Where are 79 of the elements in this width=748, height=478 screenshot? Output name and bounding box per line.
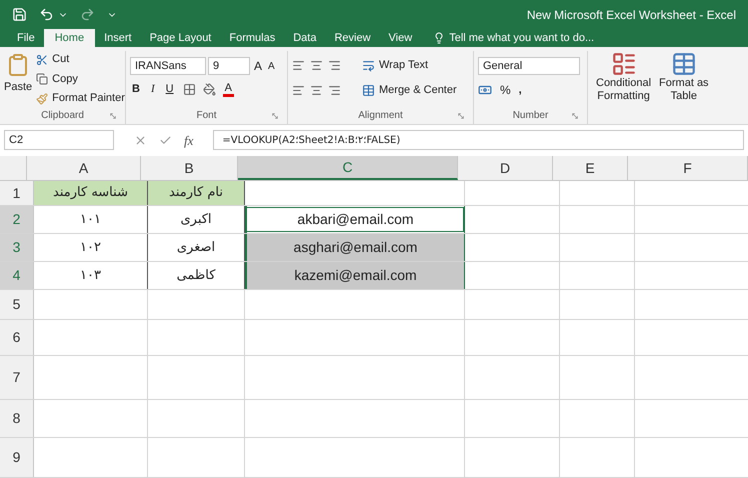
cut-button[interactable]: Cut bbox=[36, 51, 125, 68]
formula-field[interactable]: =VLOOKUP(A؛2Sheet2!A:B؛۲؛FALSE) bbox=[213, 130, 744, 150]
comma-button[interactable]: , bbox=[518, 82, 522, 99]
dialog-launcher-icon[interactable] bbox=[109, 112, 117, 120]
table-cell[interactable]: akbari@email.com bbox=[245, 206, 465, 234]
grow-font-button[interactable]: A bbox=[252, 57, 264, 76]
italic-button[interactable]: I bbox=[148, 81, 157, 98]
align-center-icon[interactable] bbox=[310, 84, 323, 97]
shrink-font-button[interactable]: A bbox=[266, 58, 277, 74]
align-left-icon[interactable] bbox=[292, 84, 305, 97]
group-label: Alignment bbox=[358, 109, 403, 124]
ribbon-tab[interactable]: Insert bbox=[95, 29, 141, 48]
group-label: Clipboard bbox=[41, 109, 84, 124]
ribbon-tab[interactable]: Data bbox=[284, 29, 326, 48]
ribbon-tab[interactable]: Page Layout bbox=[140, 29, 220, 48]
paste-button[interactable]: Paste bbox=[4, 51, 32, 108]
ribbon-tab[interactable]: Review bbox=[325, 29, 380, 48]
column-header[interactable]: D bbox=[458, 156, 553, 180]
underline-button[interactable]: U bbox=[164, 81, 176, 98]
paintbrush-icon bbox=[36, 92, 48, 105]
dialog-launcher-icon[interactable] bbox=[571, 112, 579, 120]
column-header[interactable]: C bbox=[238, 156, 458, 180]
align-top-icon[interactable] bbox=[292, 59, 305, 72]
table-icon bbox=[670, 51, 697, 78]
row-header[interactable]: 4 bbox=[0, 262, 34, 290]
wrap-text-icon bbox=[362, 59, 375, 72]
table-cell[interactable]: asghari@email.com bbox=[245, 234, 465, 262]
insert-function-button[interactable]: fx bbox=[184, 130, 194, 150]
merge-center-button[interactable]: Merge & Center bbox=[362, 82, 457, 98]
borders-icon[interactable] bbox=[182, 83, 196, 96]
conditional-formatting-button[interactable]: Conditional Formatting bbox=[596, 51, 652, 124]
row-header[interactable]: 7 bbox=[0, 356, 34, 400]
scissors-icon bbox=[36, 54, 48, 66]
tell-me-field[interactable]: Tell me what you want to do... bbox=[421, 29, 606, 48]
name-box[interactable]: C2 bbox=[4, 130, 114, 150]
wrap-text-button[interactable]: Wrap Text bbox=[362, 57, 428, 74]
ribbon-tab[interactable]: View bbox=[380, 29, 422, 48]
copy-button[interactable]: Copy bbox=[36, 70, 125, 88]
lightbulb-icon bbox=[433, 32, 446, 44]
align-right-icon[interactable] bbox=[328, 84, 341, 97]
font-name-field[interactable]: IRANSans bbox=[130, 57, 206, 76]
window-title: New Microsoft Excel Worksheet - Excel bbox=[526, 6, 736, 24]
fill-color-icon[interactable] bbox=[202, 83, 216, 96]
copy-icon bbox=[36, 73, 48, 86]
font-color-button[interactable]: A bbox=[222, 82, 234, 98]
column-header[interactable]: E bbox=[553, 156, 628, 180]
row-header[interactable]: 3 bbox=[0, 234, 34, 262]
table-cell[interactable]: شناسه کارمند bbox=[34, 181, 148, 206]
font-size-field[interactable]: 9 bbox=[208, 57, 250, 76]
align-middle-icon[interactable] bbox=[310, 59, 323, 72]
group-label: Number bbox=[512, 109, 548, 124]
ribbon-tab[interactable]: Formulas bbox=[220, 29, 284, 48]
save-icon[interactable] bbox=[12, 7, 27, 22]
group-label: Font bbox=[196, 109, 216, 124]
table-cell[interactable]: kazemi@email.com bbox=[245, 262, 465, 290]
ribbon-tab[interactable]: Home bbox=[44, 29, 96, 48]
number-format-field[interactable]: General bbox=[478, 57, 580, 76]
undo-icon[interactable] bbox=[39, 7, 54, 22]
dialog-launcher-icon[interactable] bbox=[271, 112, 279, 120]
dialog-launcher-icon[interactable] bbox=[457, 112, 465, 120]
align-bottom-icon[interactable] bbox=[328, 59, 341, 72]
percent-button[interactable]: % bbox=[500, 81, 511, 100]
merge-icon bbox=[362, 84, 375, 97]
column-header[interactable]: A bbox=[27, 156, 141, 180]
table-cell[interactable]: نام کارمند bbox=[148, 181, 245, 206]
column-header[interactable]: F bbox=[628, 156, 748, 180]
bold-button[interactable]: B bbox=[130, 81, 142, 98]
row-header[interactable]: 5 bbox=[0, 290, 34, 320]
row-header[interactable]: 1 bbox=[0, 181, 34, 206]
row-header[interactable]: 2 bbox=[0, 206, 34, 234]
conditional-formatting-icon bbox=[610, 51, 637, 78]
format-as-table-button[interactable]: Format as Table bbox=[659, 51, 709, 124]
row-header[interactable]: 6 bbox=[0, 320, 34, 356]
redo-icon bbox=[80, 7, 95, 22]
row-header[interactable]: 9 bbox=[0, 438, 34, 478]
format-painter-button[interactable]: Format Painter bbox=[36, 90, 125, 107]
cancel-icon[interactable] bbox=[134, 134, 147, 147]
ribbon-tab[interactable]: File bbox=[8, 29, 44, 48]
row-header[interactable]: 8 bbox=[0, 400, 34, 438]
